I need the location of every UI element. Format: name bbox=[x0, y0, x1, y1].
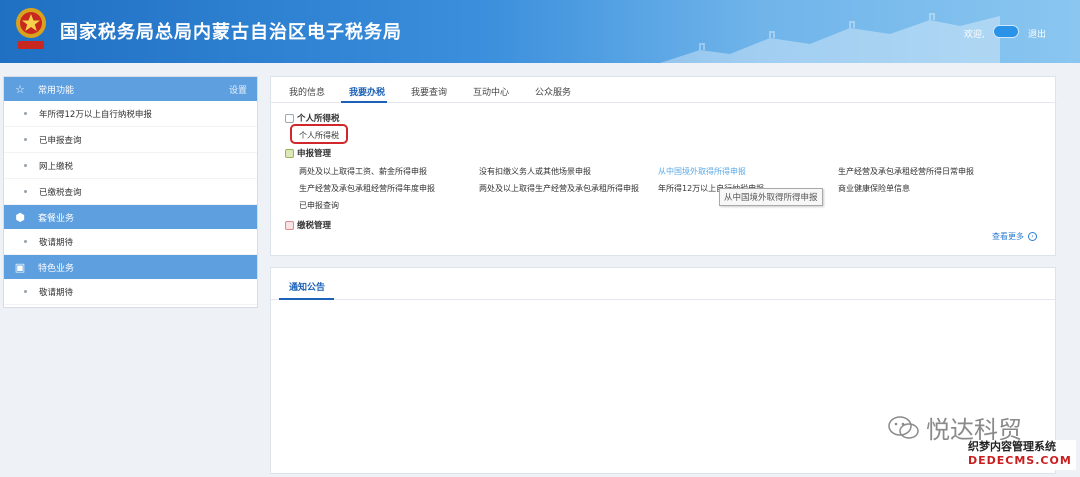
sidebar-head-special[interactable]: ▣ 特色业务 bbox=[4, 255, 257, 279]
sidebar-item[interactable]: 已申报查询 bbox=[4, 127, 257, 153]
bullet-icon bbox=[24, 190, 27, 193]
sidebar-head-common[interactable]: ☆ 常用功能 设置 bbox=[4, 77, 257, 101]
username-badge[interactable] bbox=[993, 25, 1019, 38]
sidebar-item[interactable]: 敬请期待 bbox=[4, 279, 257, 305]
tab-notice[interactable]: 通知公告 bbox=[289, 280, 325, 293]
collapse-icon bbox=[285, 113, 294, 123]
sidebar-head-title: 常用功能 bbox=[38, 85, 75, 96]
bullet-icon bbox=[24, 290, 27, 293]
wechat-icon bbox=[888, 415, 919, 439]
sidebar-item[interactable]: 网上缴税 bbox=[4, 153, 257, 179]
folder-icon bbox=[285, 220, 294, 230]
active-tab-underline bbox=[341, 101, 387, 103]
package-icon: ⬢ bbox=[15, 210, 25, 224]
tab-interaction[interactable]: 互动中心 bbox=[473, 85, 509, 98]
link-item-hovered[interactable]: 从中国境外取得所得申报 bbox=[658, 166, 746, 177]
section-title-payment[interactable]: 缴税管理 bbox=[285, 219, 331, 231]
tab-public-service[interactable]: 公众服务 bbox=[535, 85, 571, 98]
folder-icon bbox=[285, 148, 294, 158]
section-title-label: 缴税管理 bbox=[297, 221, 332, 231]
great-wall-decoration bbox=[660, 13, 1000, 63]
link-item[interactable]: 没有扣缴义务人或其他场景申报 bbox=[479, 166, 591, 177]
sidebar-item-label: 已缴税查询 bbox=[39, 187, 82, 198]
tab-tax-handling[interactable]: 我要办税 bbox=[349, 85, 385, 98]
section-title-label: 申报管理 bbox=[297, 149, 332, 159]
category-title-label: 个人所得税 bbox=[297, 114, 340, 124]
sidebar-item-label: 年所得12万以上自行纳税申报 bbox=[39, 109, 152, 120]
watermark-cms: 织梦内容管理系统 DEDECMS.COM bbox=[968, 440, 1076, 470]
sidebar-item[interactable]: 年所得12万以上自行纳税申报 bbox=[4, 101, 257, 127]
active-tab-underline bbox=[279, 298, 334, 300]
top-banner: 国家税务局总局内蒙古自治区电子税务局 欢迎, 退出 bbox=[0, 0, 1080, 63]
tax-emblem-logo bbox=[16, 8, 46, 49]
bullet-icon bbox=[24, 112, 27, 115]
tab-query[interactable]: 我要查询 bbox=[411, 85, 447, 98]
annotation-highlight bbox=[290, 124, 348, 144]
link-item[interactable]: 已申报查询 bbox=[299, 200, 339, 211]
link-item[interactable]: 两处及以上取得工资、薪金所得申报 bbox=[299, 166, 427, 177]
sidebar-item[interactable]: 敬请期待 bbox=[4, 229, 257, 255]
watermark-line1: 织梦内容管理系统 bbox=[968, 440, 1056, 453]
sidebar-head-package[interactable]: ⬢ 套餐业务 bbox=[4, 205, 257, 229]
section-title-declaration[interactable]: 申报管理 bbox=[285, 147, 331, 159]
view-more-link[interactable]: 查看更多 › bbox=[992, 231, 1037, 242]
special-icon: ▣ bbox=[14, 260, 26, 274]
settings-link[interactable]: 设置 bbox=[229, 83, 247, 96]
logout-link[interactable]: 退出 bbox=[1028, 27, 1046, 40]
sidebar-head-title: 特色业务 bbox=[38, 263, 75, 274]
link-item[interactable]: 生产经营及承包承租经营所得年度申报 bbox=[299, 183, 435, 194]
category-title[interactable]: 个人所得税 bbox=[285, 112, 340, 124]
site-title: 国家税务局总局内蒙古自治区电子税务局 bbox=[60, 22, 402, 43]
view-more-label: 查看更多 bbox=[992, 232, 1024, 241]
sidebar-item-label: 已申报查询 bbox=[39, 135, 82, 146]
tab-my-info[interactable]: 我的信息 bbox=[289, 85, 325, 98]
link-item[interactable]: 两处及以上取得生产经营及承包承租所得申报 bbox=[479, 183, 639, 194]
sidebar: ☆ 常用功能 设置 年所得12万以上自行纳税申报 已申报查询 网上缴税 已缴税查… bbox=[3, 76, 258, 308]
sidebar-item[interactable]: 已缴税查询 bbox=[4, 179, 257, 205]
notice-tab-bar: 通知公告 bbox=[271, 268, 1055, 300]
tab-bar: 我的信息 我要办税 我要查询 互动中心 公众服务 bbox=[271, 77, 1057, 103]
link-item[interactable]: 商业健康保险单信息 bbox=[838, 183, 910, 194]
sidebar-head-title: 套餐业务 bbox=[38, 213, 75, 224]
watermark-line2: DEDECMS.COM bbox=[968, 454, 1072, 467]
hover-tooltip: 从中国境外取得所得申报 bbox=[719, 188, 823, 206]
star-icon: ☆ bbox=[15, 82, 25, 96]
bullet-icon bbox=[24, 138, 27, 141]
bullet-icon bbox=[24, 164, 27, 167]
welcome-text: 欢迎, bbox=[964, 30, 985, 40]
link-item[interactable]: 生产经营及承包承租经营所得日常申报 bbox=[838, 166, 974, 177]
sidebar-item-label: 网上缴税 bbox=[39, 161, 74, 172]
bullet-icon bbox=[24, 240, 27, 243]
sidebar-item-label: 敬请期待 bbox=[39, 287, 74, 298]
sidebar-item-label: 敬请期待 bbox=[39, 237, 74, 248]
arrow-circle-icon: › bbox=[1028, 232, 1037, 241]
